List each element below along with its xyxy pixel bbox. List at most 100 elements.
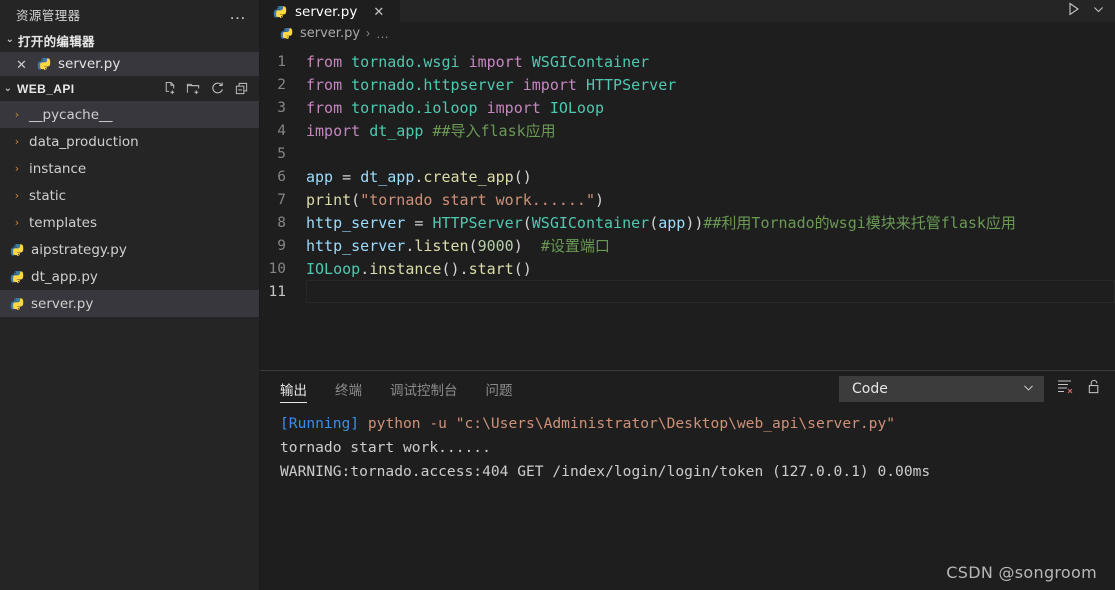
- code-token: dt_app: [360, 167, 415, 186]
- close-icon[interactable]: ✕: [373, 4, 384, 20]
- code-token: (): [513, 167, 532, 186]
- new-folder-icon[interactable]: [186, 81, 201, 96]
- tab-terminal[interactable]: 终端: [335, 371, 362, 406]
- tree-item-aipstrategy-py[interactable]: aipstrategy.py: [0, 236, 259, 263]
- breadcrumb-file[interactable]: server.py: [300, 26, 360, 41]
- editor-actions: [1066, 1, 1115, 22]
- tab-server-py[interactable]: server.py ✕: [260, 0, 400, 22]
- code-token: http_server: [306, 214, 406, 232]
- chevron-right-icon: ›: [14, 189, 20, 202]
- tab-problems[interactable]: 问题: [486, 371, 513, 406]
- workspace-actions: [162, 81, 259, 96]
- code-token: IOLoop: [549, 98, 605, 117]
- chevron-right-icon: ›: [14, 108, 20, 121]
- tree-item-label: aipstrategy.py: [31, 241, 127, 258]
- breadcrumb-symbols[interactable]: …: [376, 26, 389, 41]
- unlock-icon[interactable]: [1086, 378, 1103, 400]
- code-token: import: [306, 122, 361, 140]
- explorer-sidebar: 资源管理器 … ⌄ 打开的编辑器 ✕ server.py ⌄ WEB_API ›…: [0, 0, 260, 590]
- console-segment: tornado start work......: [280, 439, 491, 456]
- workspace-folder-header[interactable]: ⌄ WEB_API: [0, 76, 259, 101]
- code-token: )): [685, 214, 704, 232]
- line-number: 3: [277, 99, 286, 116]
- code-token: print: [306, 190, 352, 209]
- chevron-down-icon[interactable]: [1092, 3, 1105, 21]
- tree-item-pycache[interactable]: › __pycache__: [0, 101, 259, 128]
- code-token: dt_app: [369, 122, 424, 140]
- code-editor[interactable]: 1 from tornado.wsgi import WSGIContainer 2…: [260, 44, 1115, 370]
- code-token: listen: [414, 237, 469, 255]
- code-token: ##导入flask应用: [432, 122, 556, 140]
- refresh-icon[interactable]: [210, 81, 225, 96]
- code-line-text: print("tornado start work......"): [306, 191, 604, 209]
- bottom-panel: 输出 终端 调试控制台 问题 Code [Running] python -u …: [260, 370, 1115, 590]
- tab-label: server.py: [295, 3, 358, 20]
- clear-output-icon[interactable]: [1056, 377, 1074, 400]
- code-token: (): [513, 259, 532, 278]
- console-line: WARNING:tornado.access:404 GET /index/lo…: [280, 460, 1115, 484]
- line-number: 11: [268, 283, 286, 300]
- tree-item-label: __pycache__: [29, 106, 113, 123]
- code-line: 10 IOLoop.instance().start(): [260, 257, 1115, 280]
- run-icon[interactable]: [1066, 1, 1082, 22]
- code-line-text: from tornado.wsgi import WSGIContainer: [306, 53, 649, 71]
- tree-item-static[interactable]: › static: [0, 182, 259, 209]
- code-token: from: [306, 98, 343, 117]
- collapse-all-icon[interactable]: [234, 81, 249, 96]
- line-number: 4: [277, 122, 286, 139]
- code-token: ): [513, 237, 541, 255]
- code-token: (: [351, 190, 361, 209]
- chevron-right-icon: ›: [14, 162, 20, 175]
- breadcrumb: server.py › …: [260, 22, 1115, 44]
- code-line: 9 http_server.listen(9000) #设置端口: [260, 234, 1115, 257]
- tree-item-data-production[interactable]: › data_production: [0, 128, 259, 155]
- explorer-title: 资源管理器: [16, 7, 81, 23]
- tree-item-label: dt_app.py: [31, 268, 98, 285]
- chevron-down-icon: [1022, 381, 1035, 397]
- close-icon[interactable]: ✕: [16, 58, 34, 71]
- tab-debug-console[interactable]: 调试控制台: [390, 371, 458, 406]
- chevron-right-icon: ›: [14, 135, 20, 148]
- new-file-icon[interactable]: [162, 81, 177, 96]
- explorer-title-row: 资源管理器 …: [0, 0, 259, 28]
- open-editors-header[interactable]: ⌄ 打开的编辑器: [0, 28, 259, 52]
- code-token: WSGIContainer: [531, 52, 650, 71]
- console-segment: [359, 415, 368, 432]
- chevron-right-icon: ›: [14, 216, 20, 229]
- open-editors-label: 打开的编辑器: [18, 34, 95, 49]
- python-icon: [34, 57, 54, 71]
- code-token: start: [468, 259, 514, 278]
- code-line-text: from tornado.httpserver import HTTPServe…: [306, 76, 676, 94]
- tab-debug-console-label: 调试控制台: [390, 382, 458, 399]
- watermark: CSDN @songroom: [946, 563, 1097, 582]
- console-line: tornado start work......: [280, 436, 1115, 460]
- open-editor-label: server.py: [58, 56, 121, 72]
- code-token: =: [405, 214, 433, 232]
- explorer-more-actions-icon[interactable]: …: [225, 5, 251, 22]
- tree-item-dt-app-py[interactable]: dt_app.py: [0, 263, 259, 290]
- output-channel-select[interactable]: Code: [839, 375, 1044, 402]
- tree-item-templates[interactable]: › templates: [0, 209, 259, 236]
- code-token: import: [468, 52, 523, 71]
- code-token: instance: [369, 259, 442, 278]
- line-number: 5: [277, 145, 286, 162]
- code-token: "tornado start work......": [360, 190, 595, 209]
- output-channel-value: Code: [852, 380, 888, 397]
- code-line-text: http_server.listen(9000) #设置端口: [306, 235, 610, 256]
- tab-output[interactable]: 输出: [280, 371, 307, 406]
- line-number: 10: [268, 260, 286, 277]
- tree-item-label: server.py: [31, 295, 94, 312]
- python-icon: [8, 297, 26, 311]
- tree-item-server-py[interactable]: server.py: [0, 290, 259, 317]
- open-editor-item-server-py[interactable]: ✕ server.py: [0, 52, 259, 76]
- tree-item-instance[interactable]: › instance: [0, 155, 259, 182]
- code-token: IOLoop: [306, 259, 361, 278]
- code-line-text: import dt_app ##导入flask应用: [306, 120, 556, 141]
- code-token: (: [649, 214, 659, 232]
- python-icon: [8, 270, 26, 284]
